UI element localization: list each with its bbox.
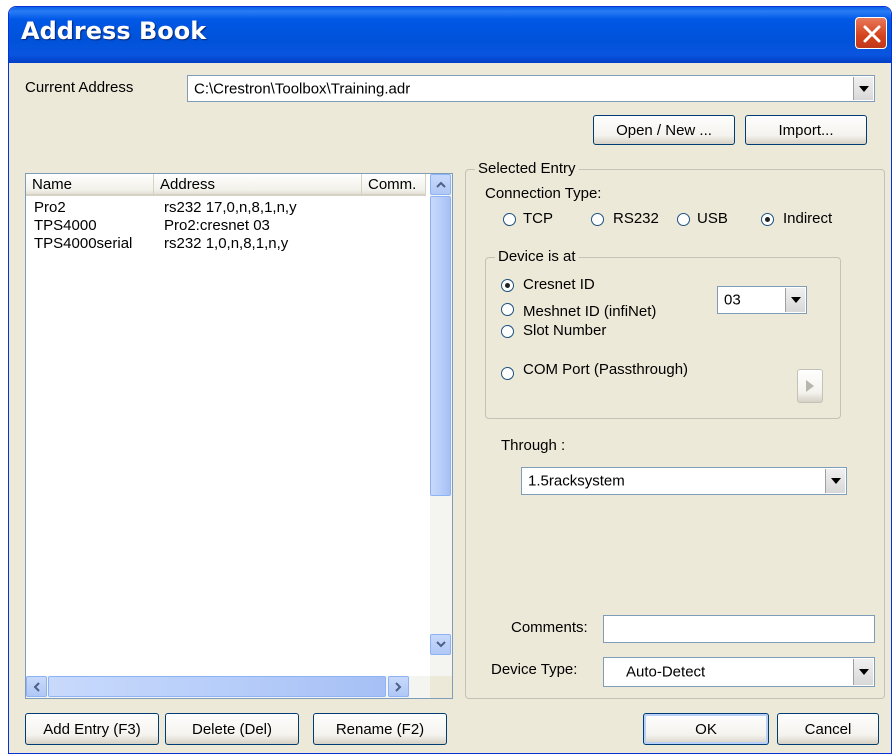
radio-usb-label: USB bbox=[697, 210, 728, 227]
radio-indirect[interactable] bbox=[761, 213, 774, 226]
id-select[interactable]: 03 bbox=[717, 286, 807, 314]
row-address: rs232 1,0,n,8,1,n,y bbox=[164, 235, 289, 252]
scroll-down-button[interactable] bbox=[430, 634, 451, 655]
through-select-value: 1.5racksystem bbox=[528, 472, 625, 490]
dropdown-arrow-icon[interactable] bbox=[785, 288, 805, 312]
radio-com-port-label: COM Port (Passthrough) bbox=[523, 361, 689, 378]
device-type-label: Device Type: bbox=[491, 661, 578, 678]
passthrough-arrow-button[interactable] bbox=[797, 369, 823, 403]
horizontal-scrollbar[interactable] bbox=[26, 676, 432, 698]
rename-button[interactable]: Rename (F2) bbox=[313, 713, 447, 745]
close-button[interactable] bbox=[855, 17, 887, 49]
cancel-button[interactable]: Cancel bbox=[777, 713, 879, 745]
radio-tcp[interactable] bbox=[503, 213, 516, 226]
current-address-combo[interactable]: C:\Crestron\Toolbox\Training.adr bbox=[187, 75, 875, 102]
title-bar[interactable]: Address Book bbox=[9, 7, 891, 63]
add-entry-button[interactable]: Add Entry (F3) bbox=[25, 713, 159, 745]
radio-cresnet-id-label: Cresnet ID bbox=[523, 276, 595, 293]
row-name: Pro2 bbox=[34, 199, 66, 216]
import-button[interactable]: Import... bbox=[745, 115, 867, 145]
scroll-right-button[interactable] bbox=[388, 676, 409, 697]
radio-usb[interactable] bbox=[677, 213, 690, 226]
through-label: Through : bbox=[501, 437, 566, 454]
vertical-scrollbar[interactable] bbox=[430, 174, 452, 678]
radio-com-port[interactable] bbox=[501, 367, 514, 380]
device-location-caption: Device is at bbox=[495, 248, 579, 265]
current-address-label: Current Address bbox=[25, 79, 134, 96]
horizontal-scroll-thumb[interactable] bbox=[48, 676, 386, 697]
radio-meshnet-id-label: Meshnet ID (infiNet) bbox=[523, 303, 657, 320]
radio-cresnet-id[interactable] bbox=[501, 279, 514, 292]
radio-indirect-label: Indirect bbox=[783, 210, 833, 227]
selected-entry-caption: Selected Entry bbox=[475, 160, 579, 177]
comments-label: Comments: bbox=[511, 619, 588, 636]
play-arrow-icon bbox=[806, 380, 814, 392]
ok-button[interactable]: OK bbox=[643, 713, 769, 745]
row-name: TPS4000 bbox=[34, 217, 97, 234]
current-address-value: C:\Crestron\Toolbox\Training.adr bbox=[194, 80, 411, 97]
radio-slot-number[interactable] bbox=[501, 325, 514, 338]
radio-rs232-label: RS232 bbox=[613, 210, 659, 227]
device-type-value: Auto-Detect bbox=[626, 663, 706, 681]
vertical-scroll-thumb[interactable] bbox=[430, 196, 451, 496]
chevron-right-icon bbox=[395, 681, 402, 692]
scroll-left-button[interactable] bbox=[26, 676, 47, 697]
window-title: Address Book bbox=[21, 17, 207, 45]
device-type-select[interactable]: Auto-Detect bbox=[603, 657, 875, 687]
open-new-button[interactable]: Open / New ... bbox=[593, 115, 735, 145]
comments-input[interactable] bbox=[603, 615, 875, 643]
dropdown-arrow-icon[interactable] bbox=[853, 77, 873, 100]
scroll-corner bbox=[430, 676, 452, 698]
address-list[interactable]: Name Address Comm. Pro2 rs232 17,0,n,8,1… bbox=[25, 173, 453, 699]
list-header: Name Address Comm. bbox=[26, 174, 426, 196]
dropdown-arrow-icon[interactable] bbox=[853, 659, 873, 685]
row-name: TPS4000serial bbox=[34, 235, 133, 252]
row-address: rs232 17,0,n,8,1,n,y bbox=[164, 199, 297, 216]
chevron-up-icon bbox=[435, 181, 446, 188]
close-icon bbox=[863, 25, 881, 43]
chevron-left-icon bbox=[33, 681, 40, 692]
column-header-comments[interactable]: Comm. bbox=[362, 174, 426, 196]
radio-tcp-label: TCP bbox=[523, 210, 553, 227]
address-book-window: Address Book Current Address C:\Crestron… bbox=[8, 6, 892, 754]
through-select[interactable]: 1.5racksystem bbox=[521, 467, 847, 495]
row-address: Pro2:cresnet 03 bbox=[164, 217, 270, 234]
radio-rs232[interactable] bbox=[591, 213, 604, 226]
id-select-value: 03 bbox=[724, 291, 741, 309]
dropdown-arrow-icon[interactable] bbox=[825, 469, 845, 493]
column-header-name[interactable]: Name bbox=[26, 174, 154, 196]
delete-button[interactable]: Delete (Del) bbox=[165, 713, 299, 745]
connection-type-label: Connection Type: bbox=[485, 185, 602, 202]
chevron-down-icon bbox=[435, 641, 446, 648]
column-header-address[interactable]: Address bbox=[154, 174, 362, 196]
scroll-up-button[interactable] bbox=[430, 174, 451, 195]
radio-slot-number-label: Slot Number bbox=[523, 322, 607, 339]
radio-meshnet-id[interactable] bbox=[501, 303, 514, 316]
